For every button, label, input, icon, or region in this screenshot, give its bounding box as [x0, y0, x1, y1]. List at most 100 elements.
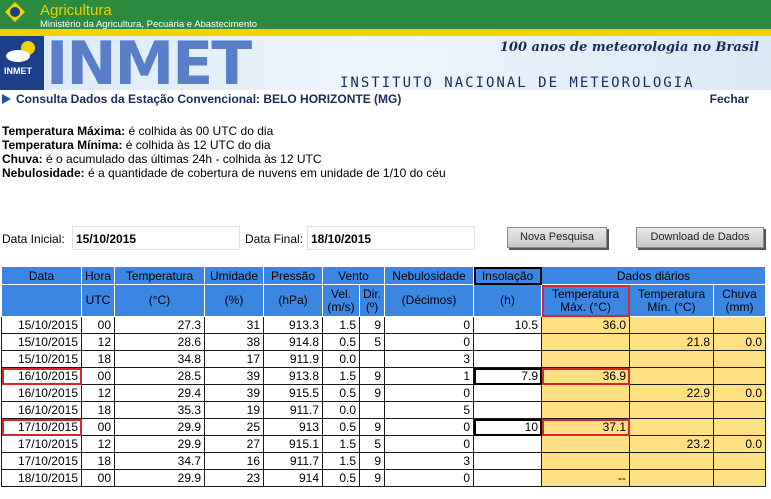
- gov-stripe: [0, 29, 771, 36]
- nova-pesquisa-button[interactable]: Nova Pesquisa: [507, 227, 607, 248]
- col-ins-unit: (h): [473, 284, 542, 317]
- cell-vel: 0.5: [322, 469, 360, 487]
- cell-temp: 29.9: [114, 435, 205, 453]
- cell-hora: 18: [81, 350, 115, 368]
- cell-dir: [359, 401, 385, 419]
- cell-tmin: [629, 316, 714, 334]
- col-neb-unit: (Décimos): [384, 284, 474, 317]
- cell-vel: 0.5: [322, 333, 360, 351]
- col-temperatura: Temperatura: [114, 266, 205, 285]
- inmet-logo[interactable]: INMET: [0, 36, 44, 90]
- cell-chuva: [713, 469, 766, 487]
- cell-vel: 1.5: [322, 316, 360, 334]
- data-inicial-label: Data Inicial:: [2, 232, 65, 246]
- cell-hora: 00: [81, 316, 115, 334]
- cell-tmin: [629, 418, 714, 436]
- weather-data-table: Data Hora Temperatura Umidade Pressão Ve…: [1, 266, 766, 487]
- cell-press: 915.5: [263, 384, 323, 402]
- cell-vel: 0.5: [322, 418, 360, 436]
- cell-tmin: [629, 401, 714, 419]
- banner-slogan: 100 anos de meteorologia no Brasil: [499, 40, 759, 55]
- col-tmin-unit: Mín. (°C): [647, 299, 696, 314]
- cell-tmin: [629, 367, 714, 385]
- data-final-label: Data Final:: [245, 232, 304, 246]
- cell-umid: 25: [204, 418, 264, 436]
- note-term: Temperatura Máxima:: [2, 124, 126, 138]
- cell-dir: 9: [359, 316, 385, 334]
- note-text: é o acumulado das últimas 24h - colhida …: [42, 152, 322, 166]
- cell-temp: 34.8: [114, 350, 205, 368]
- cell-ins: 10: [473, 418, 542, 436]
- cell-dir: 9: [359, 469, 385, 487]
- cell-neb: 0: [384, 435, 474, 453]
- cell-ins: [473, 384, 542, 402]
- cell-tmax: [541, 401, 630, 419]
- cell-temp: 29.4: [114, 384, 205, 402]
- notes-block: Temperatura Máxima: é colhida às 00 UTC …: [2, 124, 762, 180]
- cell-data: 16/10/2015: [1, 384, 82, 402]
- col-nebulosidade: Nebulosidade: [384, 266, 474, 285]
- cell-umid: 39: [204, 384, 264, 402]
- data-final-field[interactable]: 18/10/2015: [307, 226, 475, 250]
- note-term: Chuva:: [2, 152, 43, 166]
- col-umid-unit: (%): [204, 284, 264, 317]
- date-filter-row: Data Inicial: 15/10/2015 Data Final: 18/…: [0, 226, 771, 250]
- table-header-row-1: Data Hora Temperatura Umidade Pressão Ve…: [1, 266, 766, 285]
- col-temp-unit: (°C): [114, 284, 205, 317]
- col-data-sub: [1, 284, 82, 317]
- note-line: Nebulosidade: é a quantidade de cobertur…: [2, 166, 762, 180]
- cell-chuva: 0.0: [713, 333, 766, 351]
- cell-dir: 9: [359, 384, 385, 402]
- col-chuva-unit: (mm): [725, 299, 754, 314]
- cell-vel: 0.0: [322, 350, 360, 368]
- cell-tmin: [629, 452, 714, 470]
- col-tmax: Temperatura Máx. (°C): [541, 284, 630, 317]
- instituto-text: INSTITUTO NACIONAL DE METEOROLOGIA: [340, 75, 695, 90]
- download-dados-button[interactable]: Download de Dados: [636, 227, 764, 248]
- cell-tmin: [629, 350, 714, 368]
- arrow-right-icon: [2, 94, 11, 104]
- cell-chuva: 0.0: [713, 435, 766, 453]
- col-dir: Dir. (º): [359, 284, 385, 317]
- table-header-row-2: UTC (°C) (%) (hPa) Vel. (m/s) Dir. (º) (Dé…: [1, 284, 766, 317]
- cell-vel: 1.5: [322, 367, 360, 385]
- inmet-banner: INMET INMET 100 anos de meteorologia no …: [0, 36, 771, 90]
- cell-ins: 7.9: [473, 367, 542, 385]
- sun-cloud-icon: [6, 41, 35, 62]
- cell-vel: 0.0: [322, 401, 360, 419]
- cell-tmin: [629, 469, 714, 487]
- data-inicial-field[interactable]: 15/10/2015: [72, 226, 240, 250]
- cell-press: 915.1: [263, 435, 323, 453]
- cell-press: 913.3: [263, 316, 323, 334]
- cell-temp: 28.5: [114, 367, 205, 385]
- cell-chuva: [713, 401, 766, 419]
- cell-vel: 0.5: [322, 384, 360, 402]
- table-row: 16/10/2015 18 35.3 19 911.7 0.0 5: [1, 401, 766, 419]
- table-row: 18/10/2015 00 29.9 23 914 0.5 9 0 --: [1, 469, 766, 487]
- table-row: 15/10/2015 12 28.6 38 914.8 0.5 5 0 21.8 0.0: [1, 333, 766, 351]
- cell-vel: 1.5: [322, 452, 360, 470]
- brazil-flag-icon: [4, 0, 26, 24]
- col-tmin-label: Temperatura: [637, 286, 706, 301]
- cell-dir: 9: [359, 367, 385, 385]
- fechar-link[interactable]: Fechar: [710, 92, 749, 106]
- cell-hora: 18: [81, 401, 115, 419]
- col-vento: Vento: [322, 266, 385, 285]
- cell-tmin: 22.9: [629, 384, 714, 402]
- cell-hora: 12: [81, 333, 115, 351]
- gov-header: Agricultura Ministério da Agricultura, P…: [0, 0, 771, 36]
- cell-data: 18/10/2015: [1, 469, 82, 487]
- cell-hora: 00: [81, 469, 115, 487]
- cell-data: 16/10/2015: [1, 367, 82, 385]
- cell-chuva: 0.0: [713, 384, 766, 402]
- table-row: 17/10/2015 18 34.7 16 911.7 1.5 9 3: [1, 452, 766, 470]
- note-line: Temperatura Mínima: é colhida às 12 UTC …: [2, 138, 762, 152]
- station-title: Consulta Dados da Estação Convencional: …: [16, 92, 402, 106]
- table-row: 17/10/2015 12 29.9 27 915.1 1.5 5 0 23.2 0.0: [1, 435, 766, 453]
- col-tmax-unit: Máx. (°C): [560, 299, 611, 314]
- cell-dir: [359, 350, 385, 368]
- cell-umid: 23: [204, 469, 264, 487]
- cell-temp: 34.7: [114, 452, 205, 470]
- cell-tmax: [541, 350, 630, 368]
- col-data: Data: [1, 266, 82, 285]
